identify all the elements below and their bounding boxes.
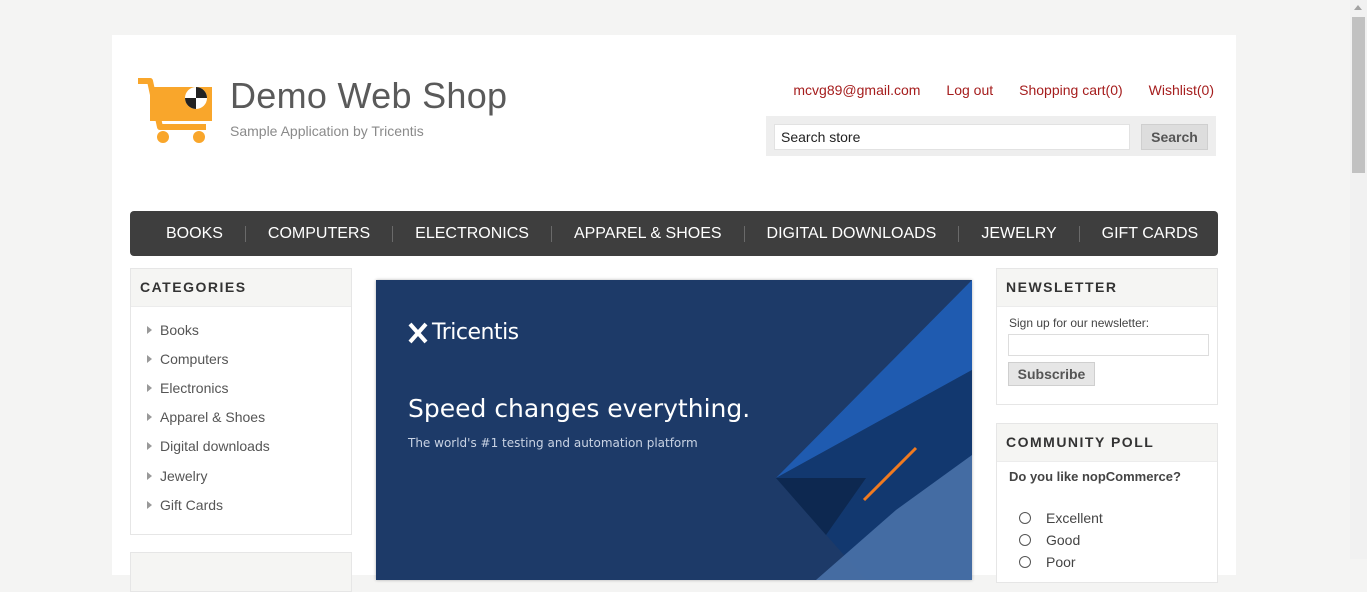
menu-item-apparel-shoes[interactable]: APPAREL & SHOES	[550, 225, 744, 242]
banner-subtitle: The world's #1 testing and automation pl…	[408, 436, 698, 450]
caret-right-icon	[147, 413, 152, 422]
category-label: Digital downloads	[160, 438, 270, 455]
caret-right-icon	[147, 471, 152, 480]
category-item-electronics[interactable]: Electronics	[147, 373, 351, 402]
wishlist-link[interactable]: Wishlist(0)	[1149, 82, 1214, 98]
poll-option-excellent[interactable]: Excellent	[1019, 510, 1103, 526]
shopping-cart-link[interactable]: Shopping cart(0)	[1019, 82, 1123, 98]
radio-button[interactable]	[1019, 534, 1031, 546]
shop-tagline: Sample Application by Tricentis	[230, 123, 424, 139]
shopping-cart-logo-icon	[138, 78, 212, 143]
category-item-books[interactable]: Books	[147, 315, 351, 344]
menu-item-digital-downloads[interactable]: DIGITAL DOWNLOADS	[743, 225, 959, 242]
menu-item-computers[interactable]: COMPUTERS	[244, 225, 392, 242]
promo-banner[interactable]: Tricentis Speed changes everything. The …	[376, 280, 972, 580]
community-poll-block: COMMUNITY POLL Do you like nopCommerce? …	[996, 423, 1218, 583]
categories-block: CATEGORIES Books Computers Electronics A…	[130, 268, 352, 535]
logout-link[interactable]: Log out	[946, 82, 993, 98]
category-label: Electronics	[160, 379, 229, 396]
category-label: Apparel & Shoes	[160, 409, 266, 426]
category-label: Gift Cards	[160, 496, 224, 513]
page-container: Demo Web Shop Sample Application by Tric…	[112, 35, 1236, 592]
categories-title: CATEGORIES	[131, 269, 351, 307]
search-box: Search	[766, 116, 1216, 156]
poll-option-label: Excellent	[1046, 510, 1103, 526]
header-links: mcvg89@gmail.com Log out Shopping cart(0…	[793, 82, 1214, 98]
newsletter-label: Sign up for our newsletter:	[1009, 316, 1150, 330]
menu-item-gift-cards[interactable]: GIFT CARDS	[1078, 225, 1221, 242]
radio-button[interactable]	[1019, 556, 1031, 568]
poll-title: COMMUNITY POLL	[997, 424, 1217, 462]
banner-headline: Speed changes everything.	[408, 394, 751, 423]
category-item-gift-cards[interactable]: Gift Cards	[147, 490, 351, 519]
poll-option-label: Poor	[1046, 554, 1076, 570]
poll-option-good[interactable]: Good	[1019, 532, 1080, 548]
caret-right-icon	[147, 354, 152, 363]
site-logo[interactable]: Demo Web Shop Sample Application by Tric…	[136, 75, 507, 147]
newsletter-title: NEWSLETTER	[997, 269, 1217, 307]
newsletter-block: NEWSLETTER Sign up for our newsletter: S…	[996, 268, 1218, 405]
category-label: Computers	[160, 350, 229, 367]
subscribe-button[interactable]: Subscribe	[1008, 362, 1095, 386]
vertical-scrollbar[interactable]	[1350, 0, 1367, 559]
poll-option-poor[interactable]: Poor	[1019, 554, 1076, 570]
banner-brand: Tricentis	[432, 320, 519, 345]
search-input[interactable]	[774, 124, 1130, 150]
category-item-jewelry[interactable]: Jewelry	[147, 461, 351, 490]
newsletter-email-input[interactable]	[1008, 334, 1209, 356]
menu-item-books[interactable]: BOOKS	[144, 225, 245, 242]
shop-name: Demo Web Shop	[230, 75, 508, 116]
poll-question: Do you like nopCommerce?	[1009, 469, 1181, 484]
search-button[interactable]: Search	[1141, 124, 1208, 150]
category-item-digital-downloads[interactable]: Digital downloads	[147, 432, 351, 461]
tricentis-logo: Tricentis	[408, 320, 519, 345]
menu-item-electronics[interactable]: ELECTRONICS	[392, 225, 551, 242]
scrollbar-thumb[interactable]	[1352, 17, 1365, 173]
caret-right-icon	[147, 500, 152, 509]
scroll-up-arrow-icon[interactable]	[1354, 5, 1362, 10]
manufacturers-block	[130, 552, 352, 592]
category-item-computers[interactable]: Computers	[147, 344, 351, 373]
caret-right-icon	[147, 383, 152, 392]
account-link[interactable]: mcvg89@gmail.com	[793, 82, 920, 98]
top-menu: BOOKS COMPUTERS ELECTRONICS APPAREL & SH…	[130, 211, 1218, 256]
caret-right-icon	[147, 442, 152, 451]
menu-item-jewelry[interactable]: JEWELRY	[958, 225, 1078, 242]
poll-option-label: Good	[1046, 532, 1081, 548]
tricentis-mark-icon	[408, 322, 428, 343]
caret-right-icon	[147, 325, 152, 334]
categories-list: Books Computers Electronics Apparel & Sh…	[131, 307, 351, 519]
category-label: Books	[160, 321, 199, 338]
category-item-apparel-shoes[interactable]: Apparel & Shoes	[147, 403, 351, 432]
category-label: Jewelry	[160, 467, 208, 484]
radio-button[interactable]	[1019, 512, 1031, 524]
